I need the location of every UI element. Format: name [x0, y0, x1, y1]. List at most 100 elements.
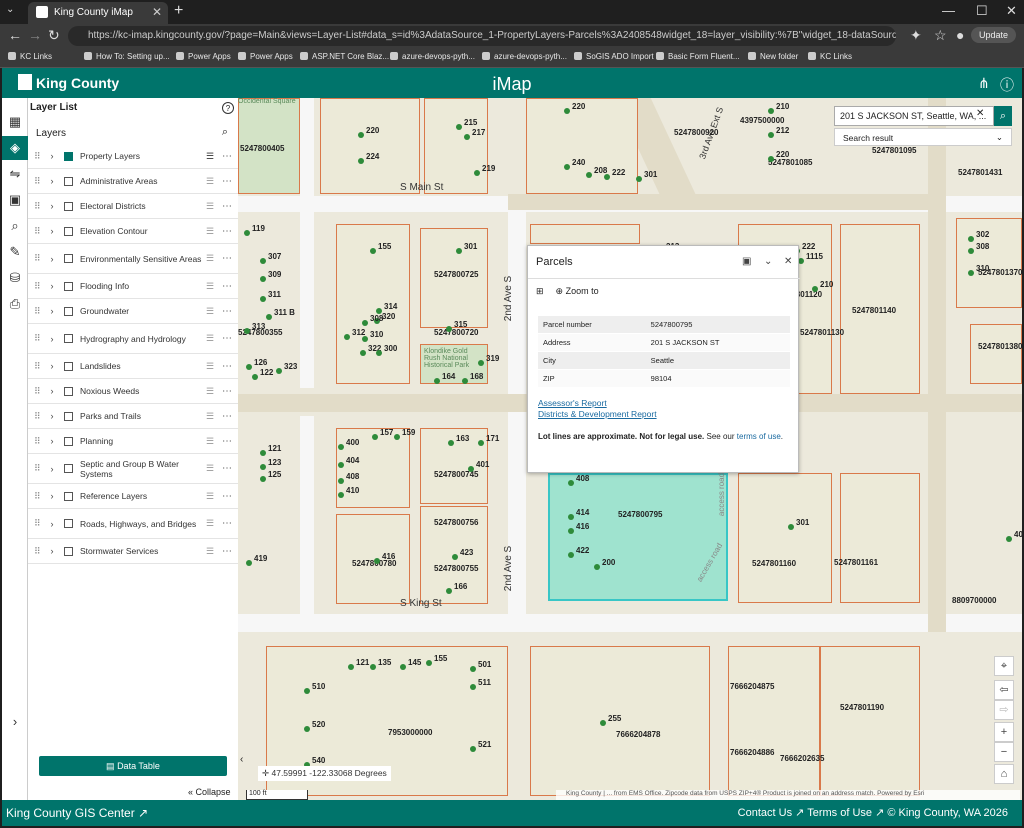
more-options-icon[interactable]: ⋯: [222, 201, 238, 212]
clear-search-icon[interactable]: ✕: [976, 108, 984, 119]
address-point[interactable]: [400, 664, 406, 670]
info-icon[interactable]: ⓘ: [1000, 75, 1014, 95]
more-options-icon[interactable]: ⋯: [222, 386, 238, 397]
address-point[interactable]: [244, 230, 250, 236]
layer-item-noxious-weeds[interactable]: ⠿ › Noxious Weeds ☰ ⋯: [28, 379, 238, 404]
address-point[interactable]: [376, 350, 382, 356]
more-options-icon[interactable]: ⋯: [222, 176, 238, 187]
browser-tab[interactable]: King County iMap ✕: [28, 2, 168, 24]
legend-icon[interactable]: ☰: [206, 411, 222, 422]
bookmark-item[interactable]: Power Apps: [176, 52, 231, 61]
address-point[interactable]: [564, 164, 570, 170]
map-search-input[interactable]: 201 S JACKSON ST, Seattle, WA, ...: [834, 106, 994, 126]
legend-icon[interactable]: ☰: [206, 306, 222, 317]
address-point[interactable]: [362, 336, 368, 342]
bookmark-item[interactable]: azure-devops-pyth...: [390, 52, 475, 61]
next-extent-button[interactable]: ⇨: [994, 700, 1014, 720]
address-point[interactable]: [260, 464, 266, 470]
zoom-to-button[interactable]: ⊞ ⊕ Zoom to: [536, 286, 599, 297]
address-point[interactable]: [768, 156, 774, 162]
address-point[interactable]: [470, 746, 476, 752]
database-icon[interactable]: ⛁: [2, 266, 28, 290]
terms-of-use-link[interactable]: Terms of Use: [807, 807, 872, 819]
address-point[interactable]: [276, 368, 282, 374]
dock-icon[interactable]: ▣: [742, 256, 751, 267]
tab-menu-icon[interactable]: ⌄: [6, 4, 14, 15]
actions-grid-icon[interactable]: ⊞: [536, 286, 544, 296]
bookmark-item[interactable]: azure-devops-pyth...: [482, 52, 567, 61]
address-point[interactable]: [462, 378, 468, 384]
home-button[interactable]: ⌂: [994, 764, 1014, 784]
address-point[interactable]: [478, 440, 484, 446]
address-bar[interactable]: https://kc-imap.kingcounty.gov/?page=Mai…: [68, 26, 896, 46]
map-view[interactable]: S Main St S King St 2nd Ave S 2nd Ave S …: [238, 98, 1022, 800]
address-point[interactable]: [360, 350, 366, 356]
previous-extent-button[interactable]: ⇦: [994, 680, 1014, 700]
layer-checkbox[interactable]: [64, 306, 73, 316]
new-tab-icon[interactable]: +: [174, 2, 183, 20]
legend-icon[interactable]: ☰: [206, 176, 222, 187]
layer-checkbox[interactable]: [64, 464, 73, 473]
legend-icon[interactable]: ☰: [206, 333, 222, 344]
chevron-right-icon[interactable]: ›: [46, 361, 58, 371]
address-point[interactable]: [260, 476, 266, 482]
bookmark-item[interactable]: KC Links: [808, 52, 852, 61]
address-point[interactable]: [304, 688, 310, 694]
address-point[interactable]: [374, 558, 380, 564]
close-icon[interactable]: ✕: [152, 5, 162, 19]
address-point[interactable]: [260, 296, 266, 302]
layer-checkbox[interactable]: [64, 436, 73, 446]
layer-checkbox[interactable]: [64, 334, 73, 343]
address-point[interactable]: [338, 492, 344, 498]
layer-checkbox[interactable]: [64, 254, 73, 263]
chevron-right-icon[interactable]: ›: [46, 386, 58, 396]
layer-item-administrative-areas[interactable]: ⠿ › Administrative Areas ☰ ⋯: [28, 169, 238, 194]
update-button[interactable]: Update: [970, 27, 1016, 43]
layer-item-flooding-info[interactable]: ⠿ › Flooding Info ☰ ⋯: [28, 274, 238, 299]
drag-handle-icon[interactable]: ⠿: [34, 333, 46, 344]
address-point[interactable]: [470, 666, 476, 672]
layer-list-icon[interactable]: ◈: [2, 136, 28, 160]
layer-item-stormwater[interactable]: ⠿ › Stormwater Services ☰ ⋯: [28, 539, 238, 564]
address-point[interactable]: [252, 374, 258, 380]
address-point[interactable]: [426, 660, 432, 666]
legend-icon[interactable]: ☰: [206, 253, 222, 264]
bookmark-item[interactable]: KC Links: [8, 52, 52, 61]
layer-item-roads[interactable]: ⠿ › Roads, Highways, and Bridges ☰ ⋯: [28, 509, 238, 539]
drag-handle-icon[interactable]: ⠿: [34, 411, 46, 422]
layer-item-parks-and-trails[interactable]: ⠿ › Parks and Trails ☰ ⋯: [28, 404, 238, 429]
layer-item-electoral-districts[interactable]: ⠿ › Electoral Districts ☰ ⋯: [28, 194, 238, 219]
bookmark-item[interactable]: Basic Form Fluent...: [656, 52, 740, 61]
layer-search-icon[interactable]: ⌕: [222, 126, 228, 139]
legend-icon[interactable]: ☰: [206, 201, 222, 212]
address-point[interactable]: [260, 276, 266, 282]
address-point[interactable]: [568, 514, 574, 520]
address-point[interactable]: [600, 720, 606, 726]
more-options-icon[interactable]: ⋯: [222, 361, 238, 372]
layer-checkbox[interactable]: [64, 546, 73, 556]
address-point[interactable]: [788, 524, 794, 530]
address-point[interactable]: [768, 132, 774, 138]
filter-icon[interactable]: ⇋: [2, 162, 28, 186]
layer-item-groundwater[interactable]: ⠿ › Groundwater ☰ ⋯: [28, 299, 238, 324]
address-point[interactable]: [358, 132, 364, 138]
collapse-popup-icon[interactable]: ⌄: [764, 256, 772, 267]
collapse-panel-icon[interactable]: ‹: [240, 754, 243, 765]
data-table-button[interactable]: ▤ Data Table: [39, 756, 227, 776]
address-point[interactable]: [968, 248, 974, 254]
bookmark-icon[interactable]: ▣: [2, 188, 28, 212]
address-point[interactable]: [1006, 536, 1012, 542]
window-close-icon[interactable]: ✕: [1006, 3, 1017, 19]
maximize-icon[interactable]: ☐: [976, 3, 988, 19]
address-point[interactable]: [348, 664, 354, 670]
layer-checkbox[interactable]: [64, 201, 73, 211]
close-popup-icon[interactable]: ✕: [784, 256, 792, 267]
address-point[interactable]: [468, 466, 474, 472]
drag-handle-icon[interactable]: ⠿: [34, 386, 46, 397]
collapse-button[interactable]: « Collapse: [188, 787, 231, 797]
layer-checkbox[interactable]: [64, 151, 73, 161]
drag-handle-icon[interactable]: ⠿: [34, 253, 46, 264]
address-point[interactable]: [372, 434, 378, 440]
more-options-icon[interactable]: ⋯: [222, 333, 238, 344]
extensions-icon[interactable]: ✦: [910, 27, 922, 44]
